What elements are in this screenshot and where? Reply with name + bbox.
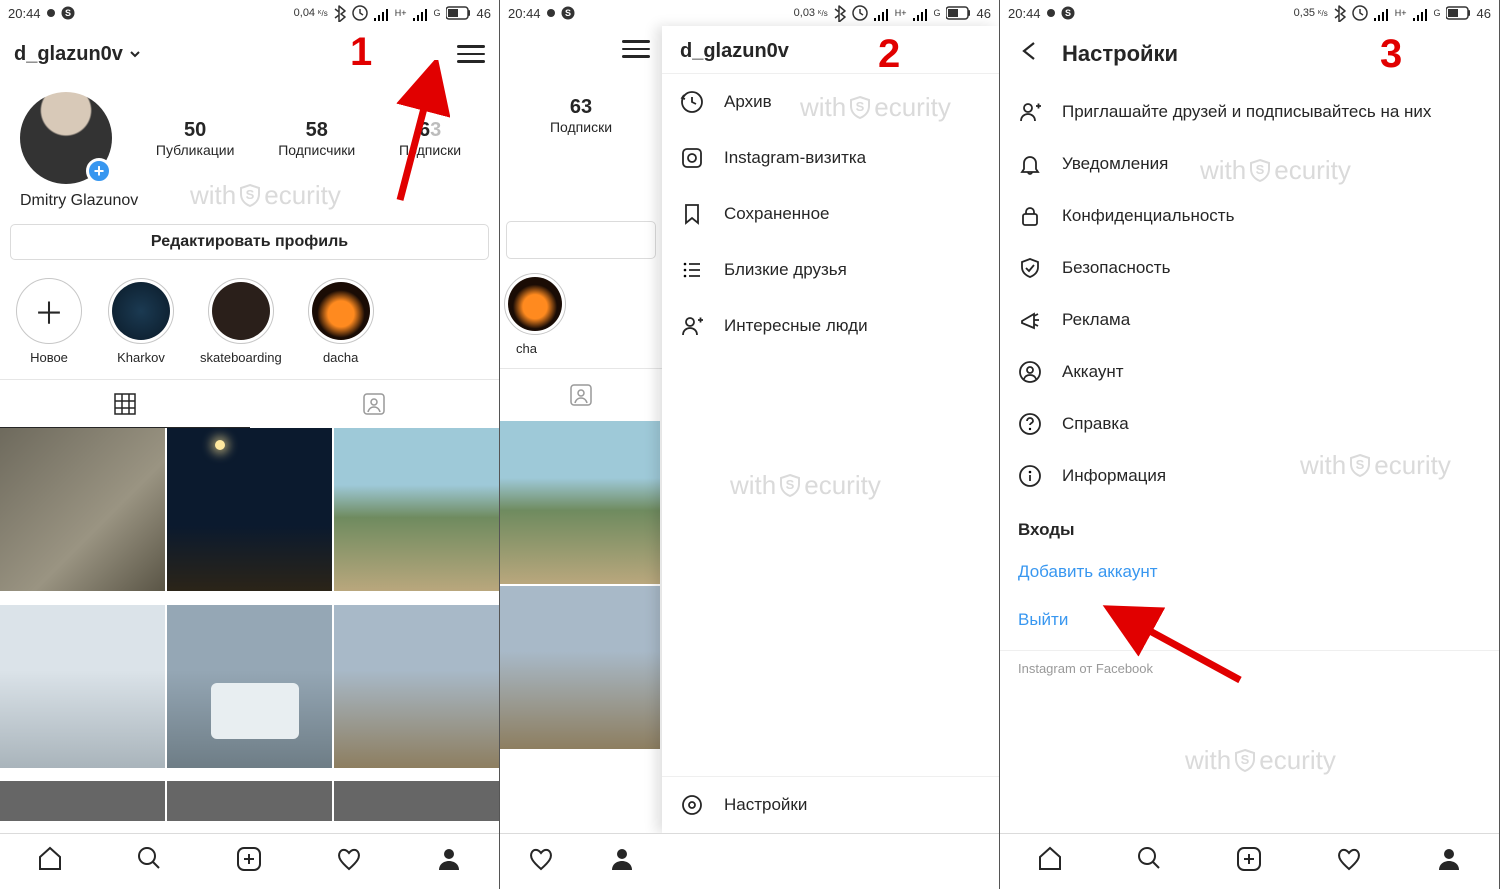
settings-item-about[interactable]: Информация: [1000, 450, 1499, 502]
nav-home[interactable]: [36, 845, 64, 878]
screen-3-settings: 20:44 S 0,35 ᴷ/s H+ G 46 Настройки Пригл…: [1000, 0, 1500, 889]
settings-list: Приглашайте друзей и подписывайтесь на н…: [1000, 82, 1499, 690]
profile-peek: 63 Подписки cha: [500, 26, 662, 833]
nav-profile[interactable]: [608, 845, 636, 878]
tab-tagged[interactable]: [250, 380, 500, 428]
annotation-arrow-1: [390, 60, 450, 210]
post-tile[interactable]: [0, 605, 165, 768]
nav-activity[interactable]: [527, 845, 555, 878]
nav-profile[interactable]: [435, 845, 463, 878]
watermark: withecurity: [1185, 745, 1336, 776]
settings-title: Настройки: [1062, 41, 1178, 67]
drawer-item-discover[interactable]: Интересные люди: [662, 298, 999, 354]
status-bar: 20:44 S 0,03 ᴷ/s H+ G 46: [500, 0, 999, 26]
post-tile[interactable]: [167, 781, 332, 821]
bluetooth-icon: [333, 5, 347, 22]
drawer-item-close-friends[interactable]: Близкие друзья: [662, 242, 999, 298]
screen-1-profile: 20:44 S 0,04 ᴷ/s H+ G 46 d_glazun0v + 50…: [0, 0, 500, 889]
nav-activity[interactable]: [1335, 845, 1363, 878]
settings-item-ads[interactable]: Реклама: [1000, 294, 1499, 346]
settings-item-security[interactable]: Безопасность: [1000, 242, 1499, 294]
nav-search[interactable]: [136, 845, 164, 878]
highlight-kharkov[interactable]: Kharkov: [108, 278, 174, 365]
post-tile[interactable]: [167, 428, 332, 591]
battery-level: 46: [477, 6, 491, 21]
add-account-link[interactable]: Добавить аккаунт: [1000, 548, 1499, 596]
post-tile[interactable]: [0, 428, 165, 591]
notif-dot-icon: [47, 9, 55, 17]
status-bar: 20:44 S 0,35 ᴷ/s H+ G 46: [1000, 0, 1499, 26]
nav-home[interactable]: [1036, 845, 1064, 878]
svg-text:S: S: [65, 8, 71, 18]
post-tile[interactable]: [334, 428, 499, 591]
highlights-row: ＋ Новое Kharkov skateboarding dacha: [0, 274, 499, 371]
bottom-nav: [1000, 833, 1499, 889]
side-drawer: d_glazun0v Архив Instagram-визитка Сохра…: [662, 26, 999, 833]
notif-dot-icon: [1047, 9, 1055, 17]
settings-header: Настройки: [1000, 26, 1499, 82]
notif-dot-icon: [547, 9, 555, 17]
menu-button[interactable]: [622, 40, 650, 58]
edit-profile-button[interactable]: Редактировать профиль: [10, 224, 489, 260]
tab-tagged-peek[interactable]: [500, 368, 662, 409]
post-tile[interactable]: [0, 781, 165, 821]
drawer-item-nametag[interactable]: Instagram-визитка: [662, 130, 999, 186]
annotation-arrow-3: [1100, 600, 1250, 690]
post-tile[interactable]: [167, 605, 332, 768]
settings-item-account[interactable]: Аккаунт: [1000, 346, 1499, 398]
drawer-username: d_glazun0v: [662, 26, 999, 74]
battery-icon: [446, 5, 472, 21]
stat-posts[interactable]: 50Публикации: [156, 119, 234, 158]
highlight-peek[interactable]: cha: [500, 273, 662, 356]
svg-text:S: S: [565, 8, 571, 18]
signal-1-icon: [373, 6, 390, 21]
svg-text:S: S: [1065, 8, 1071, 18]
settings-item-notifications[interactable]: Уведомления: [1000, 138, 1499, 190]
settings-item-invite[interactable]: Приглашайте друзей и подписывайтесь на н…: [1000, 86, 1499, 138]
username-dropdown[interactable]: d_glazun0v: [14, 43, 142, 66]
highlight-skateboarding[interactable]: skateboarding: [200, 278, 282, 365]
net-speed: 0,04: [294, 7, 315, 19]
bottom-nav: [500, 833, 999, 889]
annotation-1: 1: [350, 30, 372, 75]
nav-add[interactable]: [1235, 845, 1263, 878]
nav-activity[interactable]: [335, 845, 363, 878]
post-tile[interactable]: [334, 605, 499, 768]
drawer-item-settings[interactable]: Настройки: [662, 776, 999, 833]
highlight-dacha[interactable]: dacha: [308, 278, 374, 365]
skype-icon: S: [1061, 6, 1075, 20]
menu-button[interactable]: [457, 45, 485, 63]
drawer-item-archive[interactable]: Архив: [662, 74, 999, 130]
settings-item-help[interactable]: Справка: [1000, 398, 1499, 450]
add-story-badge[interactable]: +: [86, 158, 112, 184]
stat-followers[interactable]: 58Подписчики: [278, 119, 355, 158]
status-time: 20:44: [8, 6, 41, 21]
annotation-2: 2: [878, 32, 900, 77]
annotation-3: 3: [1380, 32, 1402, 77]
highlight-new[interactable]: ＋ Новое: [16, 278, 82, 365]
skype-icon: S: [61, 6, 75, 20]
post-tile[interactable]: [500, 421, 662, 584]
nav-add[interactable]: [235, 845, 263, 878]
chevron-down-icon: [128, 47, 142, 61]
edit-profile-button-peek[interactable]: [506, 221, 656, 259]
signal-2-icon: [412, 6, 429, 21]
post-tile[interactable]: [334, 781, 499, 821]
posts-grid: [0, 428, 499, 833]
back-button[interactable]: [1016, 39, 1040, 69]
tab-grid[interactable]: [0, 380, 250, 428]
status-bar: 20:44 S 0,04 ᴷ/s H+ G 46: [0, 0, 499, 26]
profile-avatar[interactable]: +: [20, 92, 112, 184]
skype-icon: S: [561, 6, 575, 20]
logins-section-header: Входы: [1000, 502, 1499, 548]
settings-item-privacy[interactable]: Конфиденциальность: [1000, 190, 1499, 242]
bottom-nav: [0, 833, 499, 889]
screen-2-drawer: 20:44 S 0,03 ᴷ/s H+ G 46 63 Подписки cha: [500, 0, 1000, 889]
alarm-icon: [352, 5, 368, 21]
nav-search[interactable]: [1136, 845, 1164, 878]
drawer-item-saved[interactable]: Сохраненное: [662, 186, 999, 242]
nav-profile[interactable]: [1435, 845, 1463, 878]
profile-tabs: [0, 379, 499, 428]
post-tile[interactable]: [500, 586, 662, 749]
